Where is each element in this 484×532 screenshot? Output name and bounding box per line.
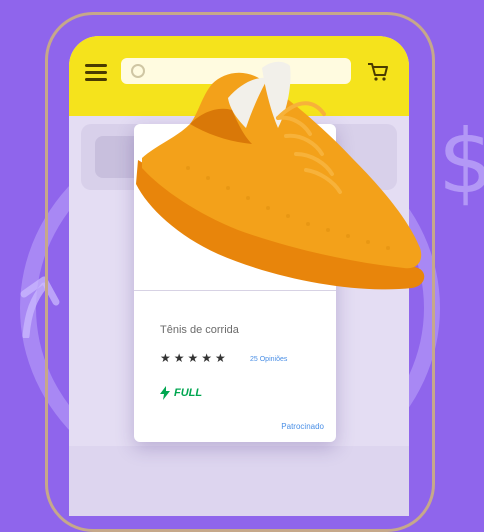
full-label: FULL: [174, 387, 203, 399]
rating-stars: ★★★★★: [160, 351, 229, 365]
reviews-link[interactable]: 25 Opiniões: [250, 356, 287, 363]
dollar-sign-decoration: $: [438, 110, 484, 213]
full-shipping-badge: FULL: [160, 386, 202, 400]
sneaker-product-image[interactable]: [128, 58, 434, 296]
product-title[interactable]: Tênis de corrida: [160, 324, 239, 336]
content-placeholder: [69, 446, 409, 516]
menu-icon[interactable]: [85, 64, 107, 82]
lightning-icon: [160, 386, 170, 400]
sponsored-label: Patrocinado: [281, 422, 324, 431]
